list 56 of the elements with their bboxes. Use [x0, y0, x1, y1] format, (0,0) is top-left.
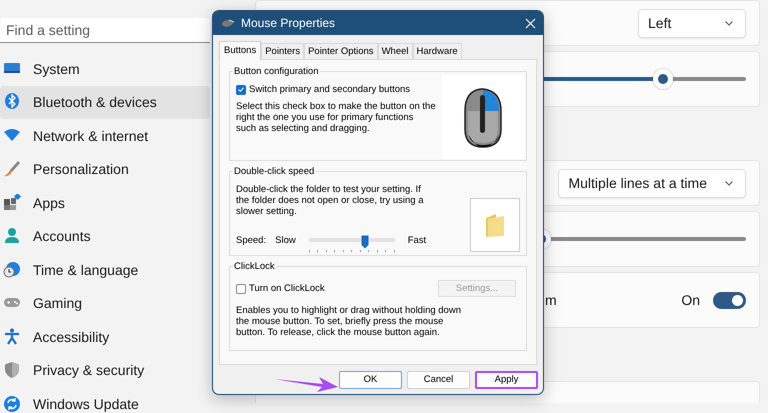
checkbox-label: Turn on ClickLock [249, 283, 325, 294]
description: Select this check box to make the button on the right the one you use for primary functions such as selecting and dragging. [236, 101, 436, 134]
search-field[interactable]: Find a setting [0, 18, 210, 43]
checkbox-label: Switch primary and secondary buttons [249, 84, 410, 95]
description: Double-click the folder to test your setting. If the folder does not open or close, try using a slower setting. [236, 184, 424, 217]
sidebar-item[interactable]: Network & internet [0, 119, 210, 152]
shield-icon [3, 361, 21, 380]
apps-icon [3, 194, 21, 212]
person-icon [3, 227, 21, 246]
tab[interactable]: Buttons [219, 41, 262, 60]
group-title: Double-click speed [233, 166, 316, 177]
toggle-switch[interactable] [713, 292, 746, 308]
slow-label: Slow [275, 234, 296, 246]
description: Enables you to highlight or drag without holding down the mouse button. To set, briefly press the mouse button. To release, click the mouse button again. [236, 305, 461, 338]
dialog-button[interactable]: Cancel [407, 370, 470, 388]
pointer-arrow [273, 375, 339, 393]
checkbox[interactable] [236, 284, 246, 294]
sidebar-item[interactable]: Gaming [0, 286, 210, 320]
close-icon [525, 18, 536, 28]
chevron-down-icon [725, 180, 733, 186]
dropdown[interactable]: Multiple lines at a time [558, 168, 746, 198]
dialog-button[interactable]: OK [339, 370, 402, 388]
brush-icon [3, 160, 21, 178]
sidebar-item[interactable]: Accessibility [0, 320, 210, 354]
sync-icon [3, 394, 21, 413]
slider-thumb[interactable] [652, 69, 673, 89]
dialog-button[interactable]: Apply [475, 370, 538, 388]
sidebar-item[interactable]: Apps [0, 186, 210, 220]
setting-label: m [544, 292, 557, 308]
tab[interactable]: Pointers [261, 43, 304, 59]
speed-label: Speed: [236, 234, 266, 246]
sidebar-item[interactable]: System [0, 52, 210, 86]
check-icon [238, 87, 244, 92]
checkbox[interactable] [236, 84, 246, 94]
sidebar-item[interactable]: Time & language [0, 253, 210, 286]
tab[interactable]: Pointer Options [304, 43, 378, 59]
sidebar-item[interactable]: Personalization [0, 152, 210, 186]
sidebar-item[interactable]: Bluetooth & devices [0, 86, 210, 119]
toggle-state: On [681, 292, 700, 308]
group-title: Button configuration [233, 66, 320, 77]
chevron-down-icon [725, 20, 733, 26]
globe-clock-icon [3, 260, 21, 279]
dropdown[interactable]: Left [638, 8, 746, 38]
sidebar-item[interactable]: Privacy & security [0, 354, 210, 387]
bluetooth-icon [3, 93, 21, 112]
sidebar-item[interactable]: Accounts [0, 220, 210, 253]
speed-slider-thumb[interactable] [361, 235, 370, 249]
group-title: ClickLock [233, 261, 276, 272]
fast-label: Fast [408, 234, 426, 246]
sidebar-item[interactable]: Windows Update [0, 387, 210, 413]
dialog-title: Mouse Properties [241, 16, 336, 30]
folder-icon [484, 212, 506, 238]
mouse-icon [220, 17, 235, 29]
tab[interactable]: Hardware [412, 43, 462, 59]
tab[interactable]: Wheel [378, 43, 412, 59]
accessibility-icon [3, 328, 21, 346]
